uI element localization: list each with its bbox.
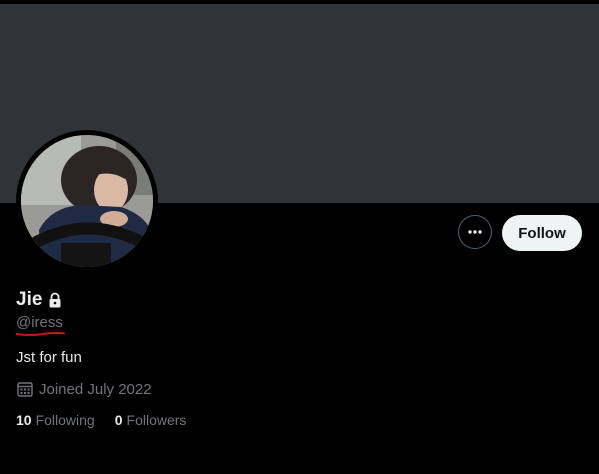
followers-link[interactable]: 0 Followers xyxy=(115,412,187,428)
follow-stats: 10 Following 0 Followers xyxy=(16,412,206,428)
following-link[interactable]: 10 Following xyxy=(16,412,95,428)
avatar[interactable] xyxy=(21,135,153,267)
following-label: Following xyxy=(35,412,95,428)
follow-button-label: Follow xyxy=(518,224,566,242)
user-handle: @iress xyxy=(16,314,63,331)
display-name: Jie xyxy=(16,289,43,310)
following-count: 10 xyxy=(16,412,32,428)
avatar-ring xyxy=(16,130,158,272)
calendar-icon xyxy=(16,380,34,398)
name-row: Jie xyxy=(16,289,64,311)
follow-button[interactable]: Follow xyxy=(502,215,582,251)
annotation-underline xyxy=(16,332,65,337)
joined-label: Joined July 2022 xyxy=(39,380,152,398)
more-options-icon xyxy=(468,230,482,234)
avatar-photo xyxy=(21,135,153,267)
followers-count: 0 xyxy=(114,412,123,428)
joined-date: Joined July 2022 xyxy=(16,380,152,398)
more-options-button[interactable] xyxy=(458,215,492,249)
bio: Jst for fun xyxy=(16,349,82,366)
profile-page: Follow Jie @iress Jst for fun Joined Jul… xyxy=(0,0,599,474)
followers-label: Followers xyxy=(126,412,187,428)
lock-icon xyxy=(46,291,64,309)
